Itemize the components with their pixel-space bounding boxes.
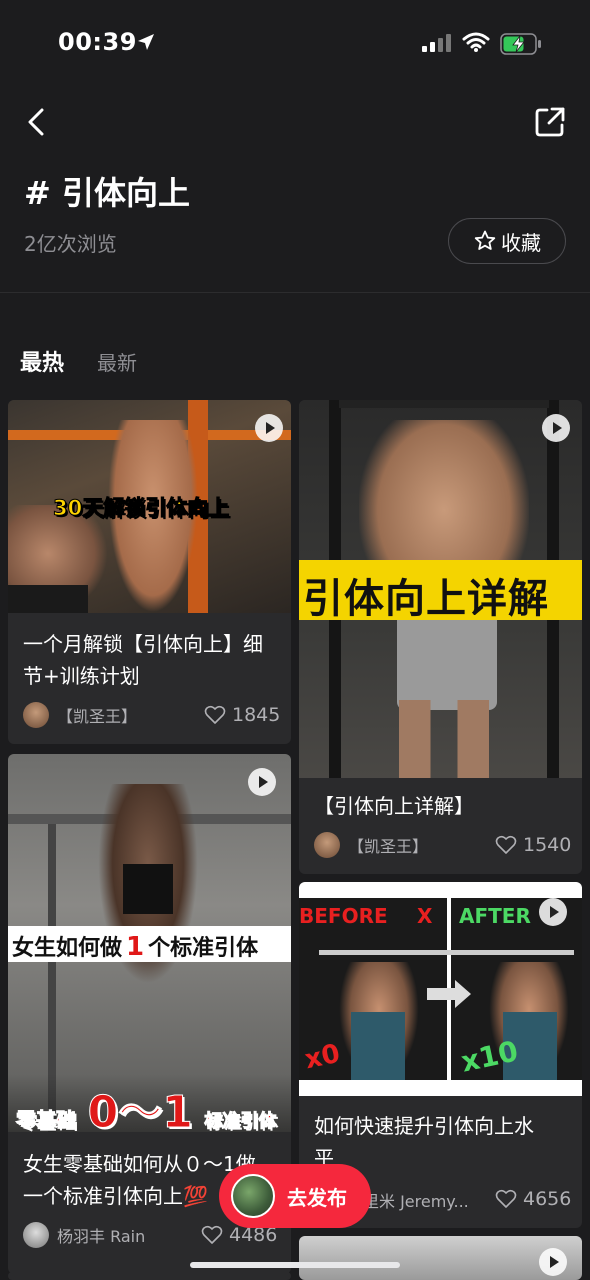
collect-label: 收藏 [501,230,541,255]
like-number: 4656 [523,1188,572,1210]
caption-part: 女生如何做 [12,936,123,961]
play-icon [542,414,570,442]
card-title-line: 如何快速提升引体向上水 [314,1114,534,1138]
author[interactable]: 【凯圣王】 [23,702,137,728]
like-number: 1540 [523,834,572,856]
like-count[interactable]: 1845 [204,704,280,726]
wifi-icon [462,32,490,52]
play-icon [248,768,276,796]
play-icon [539,1248,567,1276]
post-card[interactable]: 30天解锁引体向上 一个月解锁【引体向上】细 节+训练计划 【凯圣王】 1845 [8,400,291,744]
avatar [23,1222,49,1248]
collect-button[interactable]: 收藏 [448,218,566,264]
author-name: 【凯圣王】 [348,837,429,856]
thumbnail-caption: 引体向上详解 [303,576,549,622]
like-number: 1845 [232,704,281,726]
play-icon [255,414,283,442]
card-title: 一个月解锁【引体向上】细 节+训练计划 [23,628,263,692]
video-thumbnail: 引体向上详解 [299,400,582,778]
tab-new[interactable]: 最新 [97,347,137,376]
post-card[interactable] [8,1272,291,1280]
card-title-line: 一个月解锁【引体向上】细 [23,632,263,656]
heart-icon [204,705,226,724]
heart-icon [495,835,517,854]
status-time: 00:39 [58,28,137,56]
publish-button[interactable]: 去发布 [219,1164,371,1228]
arrow-right-icon [427,980,471,1008]
location-arrow-icon [138,34,154,50]
card-title-line: 女生零基础如何从０～1做 [23,1152,256,1176]
card-title: 【引体向上详解】 [314,790,474,822]
tab-hot[interactable]: 最热 [20,345,64,377]
post-card[interactable]: 引体向上详解 【引体向上详解】 【凯圣王】 1540 [299,400,582,874]
divider [0,292,590,293]
avatar [314,832,340,858]
like-count[interactable]: 4656 [495,1188,571,1210]
before-label: BEFORE [299,904,388,928]
cellular-signal-icon [422,34,451,52]
publish-label: 去发布 [287,1185,347,1210]
heart-icon [495,1189,517,1208]
author-name: 杨羽丰 Rain [57,1227,146,1246]
topic-view-count: 2亿次浏览 [24,232,117,256]
video-thumbnail: 女生如何做 1 个标准引体 零基础 0～1 标准引体 [8,754,291,1132]
thumbnail-caption: 女生如何做 1 个标准引体 [12,930,258,962]
back-icon[interactable] [20,104,56,140]
heart-icon [201,1225,223,1244]
after-label: AFTER [459,904,531,928]
card-title-line: 节+训练计划 [23,664,140,688]
video-thumbnail: BEFORE X AFTER x0 x10 [299,882,582,1096]
post-card[interactable] [299,1236,582,1280]
share-icon[interactable] [532,104,568,140]
thumbnail-caption: 30天解锁引体向上 [52,496,230,521]
caption-part: 0～1 [87,1087,193,1133]
author-name: 【凯圣王】 [57,707,138,726]
video-thumbnail: 30天解锁引体向上 [8,400,291,613]
caption-part: 个标准引体 [148,936,259,961]
status-bar: 00:39 [0,0,590,88]
video-thumbnail [299,1236,582,1280]
card-title-line: 【引体向上详解】 [314,794,474,818]
x-mark: X [417,904,433,928]
thumbnail-caption: 零基础 0～1 标准引体 [16,1076,277,1133]
author[interactable]: 里米 Jeremy... [363,1188,469,1212]
play-icon [539,898,567,926]
caption-part: 1 [126,932,145,962]
star-icon [474,230,496,250]
author[interactable]: 【凯圣王】 [314,832,428,858]
caption-part: 零基础 [16,1108,77,1133]
avatar [231,1174,275,1218]
like-count[interactable]: 1540 [495,834,571,856]
battery-charging-icon [500,33,541,55]
author[interactable]: 杨羽丰 Rain [23,1222,145,1248]
author-name: 里米 Jeremy... [363,1192,469,1211]
caption-part: 标准引体 [204,1111,277,1133]
topic-title: # 引体向上 [24,174,190,212]
home-indicator [190,1262,400,1268]
avatar [23,702,49,728]
